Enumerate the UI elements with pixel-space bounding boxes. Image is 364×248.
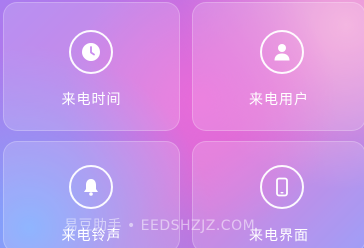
tile-label: 来电铃声 <box>61 228 122 244</box>
phone-icon <box>260 165 304 209</box>
tile-label: 来电用户 <box>249 92 309 108</box>
tile-call-screen[interactable]: 来电界面 <box>192 141 364 248</box>
tile-call-time[interactable]: 来电时间 <box>3 2 180 131</box>
tile-caller-user[interactable]: 来电用户 <box>192 2 364 131</box>
tile-ringtone[interactable]: 来电铃声 <box>3 141 180 248</box>
bell-icon <box>69 165 113 209</box>
clock-icon <box>69 30 113 74</box>
tile-label: 来电界面 <box>249 228 309 244</box>
tile-label: 来电时间 <box>61 92 122 108</box>
user-icon <box>260 30 304 74</box>
